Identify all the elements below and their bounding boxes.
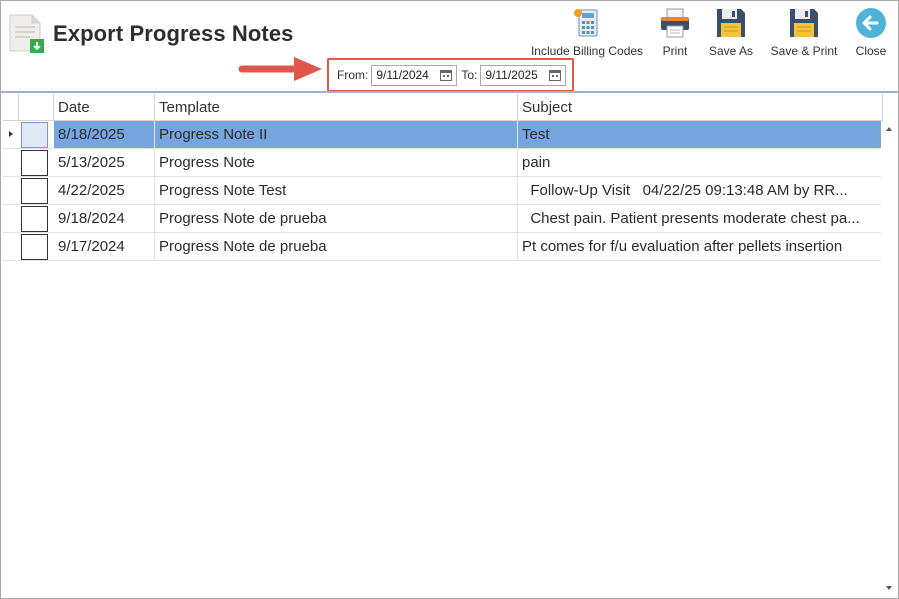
cell-template[interactable]: Progress Note de prueba	[155, 233, 518, 260]
calendar-icon[interactable]	[440, 69, 453, 81]
floppy-disk-icon	[714, 6, 748, 40]
row-checkbox[interactable]	[21, 150, 48, 176]
cell-template[interactable]: Progress Note de prueba	[155, 205, 518, 232]
cell-date[interactable]: 9/17/2024	[54, 233, 155, 260]
row-indicator	[3, 177, 19, 204]
back-arrow-icon	[854, 6, 888, 40]
row-checkbox[interactable]	[21, 206, 48, 232]
cell-subject[interactable]: Pt comes for f/u evaluation after pellet…	[518, 233, 881, 260]
cell-subject[interactable]: Chest pain. Patient presents moderate ch…	[518, 205, 881, 232]
save-and-print-button[interactable]: Save & Print	[769, 6, 839, 62]
export-progress-notes-window: Export Progress Notes Include Billing Co…	[0, 0, 899, 599]
from-date-picker[interactable]: 9/11/2024	[371, 64, 458, 86]
to-label: To:	[461, 68, 478, 82]
column-header-date[interactable]: Date	[54, 94, 155, 121]
calendar-icon[interactable]	[549, 69, 562, 81]
column-header-template[interactable]: Template	[155, 94, 518, 121]
column-header-subject[interactable]: Subject	[518, 94, 883, 121]
row-indicator	[3, 205, 19, 232]
scroll-down-icon[interactable]	[886, 586, 892, 590]
table-row[interactable]: 9/18/2024 Progress Note de prueba Chest p…	[3, 205, 881, 233]
row-checkbox[interactable]	[21, 178, 48, 204]
date-range-filter: From: 9/11/2024 To: 9/11/2025	[327, 58, 574, 92]
current-row-icon	[9, 131, 13, 137]
save-as-label: Save As	[708, 44, 754, 58]
save-as-button[interactable]: Save As	[708, 6, 754, 62]
table-row[interactable]: 8/18/2025 Progress Note II Test	[3, 121, 881, 149]
printer-icon	[658, 6, 692, 40]
include-billing-codes-label: Include Billing Codes	[530, 44, 644, 58]
from-date-value: 9/11/2024	[376, 68, 429, 82]
cell-template[interactable]: Progress Note Test	[155, 177, 518, 204]
cell-subject[interactable]: pain	[518, 149, 881, 176]
include-billing-codes-button[interactable]: Include Billing Codes	[530, 6, 644, 62]
header-divider	[1, 91, 898, 93]
row-checkbox[interactable]	[21, 234, 48, 260]
cell-date[interactable]: 4/22/2025	[54, 177, 155, 204]
progress-notes-grid: Date Template Subject 8/18/2025 Progress …	[3, 94, 897, 598]
document-download-icon	[9, 14, 44, 53]
scroll-up-icon[interactable]	[886, 127, 892, 131]
row-indicator	[3, 233, 19, 260]
save-and-print-label: Save & Print	[770, 44, 838, 58]
grid-header: Date Template Subject	[3, 94, 883, 121]
page-title: Export Progress Notes	[53, 21, 294, 46]
close-label: Close	[855, 44, 887, 58]
print-button[interactable]: Print	[656, 6, 694, 62]
cell-date[interactable]: 9/18/2024	[54, 205, 155, 232]
close-button[interactable]: Close	[853, 6, 889, 62]
table-row[interactable]: 9/17/2024 Progress Note de prueba Pt comes…	[3, 233, 881, 261]
red-arrow-icon	[238, 57, 322, 81]
cell-template[interactable]: Progress Note II	[155, 121, 518, 148]
row-indicator	[3, 149, 19, 176]
row-checkbox[interactable]	[21, 122, 48, 148]
print-label: Print	[662, 44, 688, 58]
cell-subject[interactable]: Test	[518, 121, 881, 148]
calculator-icon	[570, 6, 604, 40]
floppy-disk-icon	[787, 6, 821, 40]
cell-subject[interactable]: Follow-Up Visit 04/22/25 09:13:48 AM by …	[518, 177, 881, 204]
table-row[interactable]: 4/22/2025 Progress Note Test Follow-Up Vi…	[3, 177, 881, 205]
cell-date[interactable]: 5/13/2025	[54, 149, 155, 176]
to-date-value: 9/11/2025	[485, 68, 538, 82]
row-indicator	[3, 121, 19, 148]
indicator-header	[3, 94, 19, 121]
to-date-picker[interactable]: 9/11/2025	[480, 64, 567, 86]
checkbox-header[interactable]	[19, 94, 54, 121]
table-row[interactable]: 5/13/2025 Progress Note pain	[3, 149, 881, 177]
from-label: From:	[337, 68, 369, 82]
cell-template[interactable]: Progress Note	[155, 149, 518, 176]
cell-date[interactable]: 8/18/2025	[54, 121, 155, 148]
vertical-scrollbar[interactable]	[882, 121, 897, 596]
header: Export Progress Notes Include Billing Co…	[1, 1, 898, 92]
